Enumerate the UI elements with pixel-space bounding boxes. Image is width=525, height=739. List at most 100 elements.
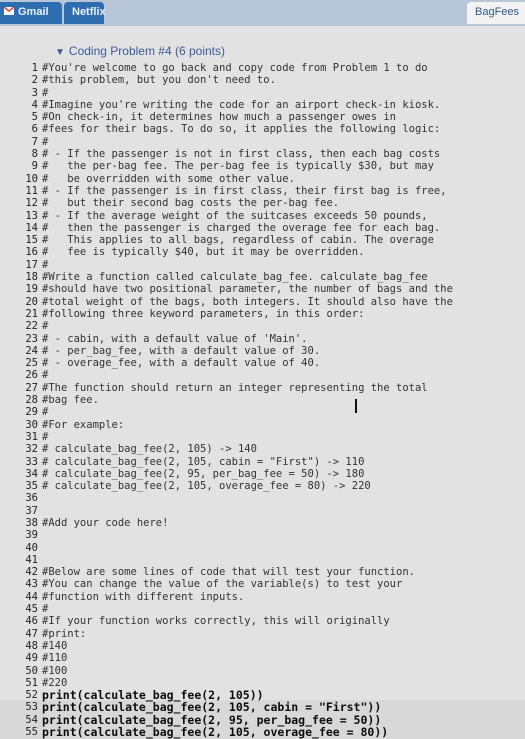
code-text[interactable]: # xyxy=(42,320,500,332)
code-text[interactable]: # - If the passenger is in first class, … xyxy=(42,185,500,197)
tab-netflix[interactable]: Netflix xyxy=(64,2,106,24)
code-line[interactable]: 54 print(calculate_bag_fee(2, 95, per_bag… xyxy=(20,713,500,726)
code-text[interactable] xyxy=(42,554,500,566)
code-text[interactable]: #should have two positional parameter, t… xyxy=(42,283,500,295)
code-text[interactable]: # - If the passenger is not in first cla… xyxy=(42,148,500,160)
code-text[interactable]: #print: xyxy=(42,628,500,640)
code-text[interactable]: # xyxy=(42,369,500,381)
code-text[interactable]: # fee is typically $40, but it may be ov… xyxy=(42,246,500,258)
code-line[interactable]: 11 # - If the passenger is in first class… xyxy=(20,185,500,197)
code-text[interactable]: # - cabin, with a default value of 'Main… xyxy=(42,333,500,345)
code-text[interactable]: #If your function works correctly, this … xyxy=(42,615,500,627)
code-line[interactable]: 45 # xyxy=(20,603,500,615)
code-text[interactable]: # calculate_bag_fee(2, 95, per_bag_fee =… xyxy=(42,468,500,480)
code-line[interactable]: 2 #this problem, but you don't need to. xyxy=(20,74,500,86)
code-line[interactable]: 8 # - If the passenger is not in first cl… xyxy=(20,148,500,160)
code-line[interactable]: 41 xyxy=(20,554,500,566)
code-line[interactable]: 33 # calculate_bag_fee(2, 105, cabin = "F… xyxy=(20,456,500,468)
code-text[interactable]: # calculate_bag_fee(2, 105, overage_fee … xyxy=(42,480,500,492)
code-line[interactable]: 40 xyxy=(20,542,500,554)
code-text[interactable]: # xyxy=(42,87,500,99)
code-text[interactable]: #You're welcome to go back and copy code… xyxy=(42,62,500,74)
problem-header[interactable]: ▼ Coding Problem #4 (6 points) xyxy=(55,44,225,58)
code-line[interactable]: 29 # xyxy=(20,406,500,418)
code-text[interactable]: # be overridden with some other value. xyxy=(42,173,500,185)
code-text[interactable]: print(calculate_bag_fee(2, 105, overage_… xyxy=(42,726,500,739)
code-line[interactable]: 3 # xyxy=(20,87,500,99)
code-text[interactable]: # xyxy=(42,431,500,443)
code-text[interactable]: # calculate_bag_fee(2, 105) -> 140 xyxy=(42,443,500,455)
code-line[interactable]: 19 #should have two positional parameter,… xyxy=(20,283,500,295)
code-line[interactable]: 39 xyxy=(20,529,500,541)
code-line[interactable]: 37 xyxy=(20,505,500,517)
code-text[interactable]: # - overage_fee, with a default value of… xyxy=(42,357,500,369)
code-line[interactable]: 53 print(calculate_bag_fee(2, 105, cabin … xyxy=(20,701,500,714)
code-line[interactable]: 30 #For example: xyxy=(20,419,500,431)
code-text[interactable]: #110 xyxy=(42,652,500,664)
code-text[interactable]: #On check-in, it determines how much a p… xyxy=(42,111,500,123)
code-text[interactable]: # xyxy=(42,259,500,271)
code-text[interactable]: #Below are some lines of code that will … xyxy=(42,566,500,578)
code-line[interactable]: 28 #bag fee. xyxy=(20,394,500,406)
code-text[interactable] xyxy=(42,492,500,504)
code-text[interactable]: #Write a function called calculate_bag_f… xyxy=(42,271,500,283)
tab-gmail[interactable]: Gmail xyxy=(0,2,62,24)
code-line[interactable]: 18 #Write a function called calculate_bag… xyxy=(20,271,500,283)
code-text[interactable]: # xyxy=(42,603,500,615)
code-line[interactable]: 6 #fees for their bags. To do so, it appl… xyxy=(20,123,500,135)
code-line[interactable]: 21 #following three keyword parameters, i… xyxy=(20,308,500,320)
code-line[interactable]: 23 # - cabin, with a default value of 'Ma… xyxy=(20,333,500,345)
code-line[interactable]: 44 #function with different inputs. xyxy=(20,591,500,603)
code-text[interactable]: #You can change the value of the variabl… xyxy=(42,578,500,590)
code-line[interactable]: 48 #140 xyxy=(20,640,500,652)
code-text[interactable]: #function with different inputs. xyxy=(42,591,500,603)
code-line[interactable]: 31 # xyxy=(20,431,500,443)
code-text[interactable]: #Imagine you're writing the code for an … xyxy=(42,99,500,111)
code-line[interactable]: 26 # xyxy=(20,369,500,381)
code-text[interactable] xyxy=(42,529,500,541)
code-text[interactable]: #this problem, but you don't need to. xyxy=(42,74,500,86)
code-line[interactable]: 20 #total weight of the bags, both intege… xyxy=(20,296,500,308)
code-line[interactable]: 46 #If your function works correctly, thi… xyxy=(20,615,500,627)
code-text[interactable] xyxy=(42,505,500,517)
code-line[interactable]: 24 # - per_bag_fee, with a default value … xyxy=(20,345,500,357)
code-text[interactable]: # the per-bag fee. The per-bag fee is ty… xyxy=(42,160,500,172)
code-line[interactable]: 12 # but their second bag costs the per-b… xyxy=(20,197,500,209)
code-text[interactable]: # This applies to all bags, regardless o… xyxy=(42,234,500,246)
code-text[interactable]: print(calculate_bag_fee(2, 95, per_bag_f… xyxy=(42,713,500,726)
code-text[interactable]: #fees for their bags. To do so, it appli… xyxy=(42,123,500,135)
code-text[interactable]: # - If the average weight of the suitcas… xyxy=(42,210,500,222)
code-text[interactable]: # xyxy=(42,136,500,148)
code-line[interactable]: 10 # be overridden with some other value. xyxy=(20,173,500,185)
collapse-caret-icon[interactable]: ▼ xyxy=(55,47,65,58)
code-line[interactable]: 43 #You can change the value of the varia… xyxy=(20,578,500,590)
code-text[interactable] xyxy=(42,542,500,554)
code-text[interactable]: #For example: xyxy=(42,419,500,431)
code-text[interactable]: #following three keyword parameters, in … xyxy=(42,308,500,320)
code-text[interactable]: #Add your code here! xyxy=(42,517,500,529)
code-line[interactable]: 32 # calculate_bag_fee(2, 105) -> 140 xyxy=(20,443,500,455)
code-line[interactable]: 27 #The function should return an integer… xyxy=(20,382,500,394)
code-text[interactable]: #The function should return an integer r… xyxy=(42,382,500,394)
code-line[interactable]: 22 # xyxy=(20,320,500,332)
code-line[interactable]: 16 # fee is typically $40, but it may be … xyxy=(20,246,500,258)
code-line[interactable]: 42 #Below are some lines of code that wil… xyxy=(20,566,500,578)
code-line[interactable]: 38 #Add your code here! xyxy=(20,517,500,529)
code-text[interactable]: # calculate_bag_fee(2, 105, cabin = "Fir… xyxy=(42,456,500,468)
code-line[interactable]: 25 # - overage_fee, with a default value … xyxy=(20,357,500,369)
code-text[interactable]: # - per_bag_fee, with a default value of… xyxy=(42,345,500,357)
code-text[interactable]: # then the passenger is charged the over… xyxy=(42,222,500,234)
code-text[interactable]: #total weight of the bags, both integers… xyxy=(42,296,500,308)
code-line[interactable]: 17 # xyxy=(20,259,500,271)
code-line[interactable]: 50 #100 xyxy=(20,665,500,677)
code-line[interactable]: 1 #You're welcome to go back and copy cod… xyxy=(20,62,500,74)
tab-bagfees[interactable]: BagFees xyxy=(467,2,525,24)
code-line[interactable]: 47 #print: xyxy=(20,628,500,640)
code-line[interactable]: 36 xyxy=(20,492,500,504)
code-line[interactable]: 9 # the per-bag fee. The per-bag fee is t… xyxy=(20,160,500,172)
code-text[interactable]: #bag fee. xyxy=(42,394,500,406)
code-text[interactable]: #140 xyxy=(42,640,500,652)
code-line[interactable]: 49 #110 xyxy=(20,652,500,664)
code-text[interactable]: #100 xyxy=(42,665,500,677)
code-line[interactable]: 55 print(calculate_bag_fee(2, 105, overag… xyxy=(20,726,500,739)
